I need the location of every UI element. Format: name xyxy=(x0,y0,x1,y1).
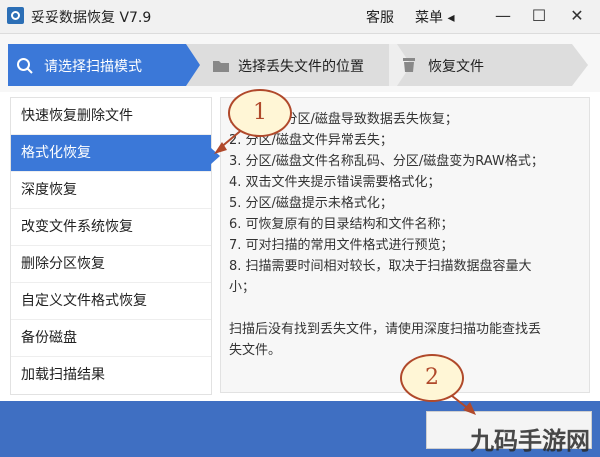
annotation-circle-2: 2 xyxy=(400,354,464,402)
annotation-circle-1: 1 xyxy=(228,89,292,137)
watermark-text: 九码手游网 xyxy=(470,427,590,455)
annotation-arrows xyxy=(214,127,476,415)
